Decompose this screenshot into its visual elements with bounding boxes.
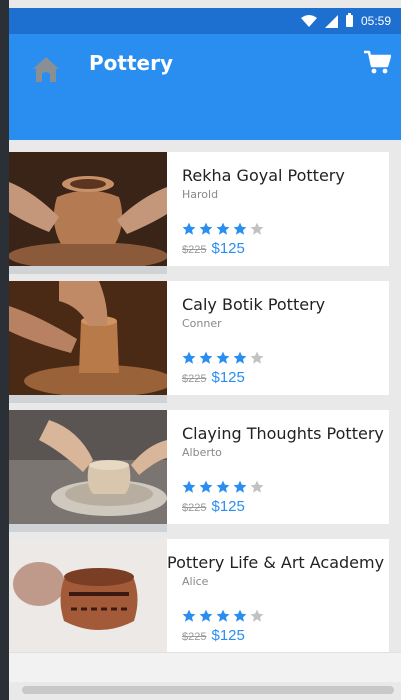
horizontal-scrollbar[interactable]	[22, 686, 394, 694]
star-filled-icon	[233, 222, 247, 235]
product-info: Rekha Goyal Pottery Harold $225 $125	[182, 152, 389, 266]
original-price: $225	[182, 373, 207, 385]
star-filled-icon	[182, 480, 196, 493]
star-filled-icon	[216, 351, 230, 364]
cart-icon[interactable]	[363, 48, 391, 76]
product-owner: Alberto	[182, 446, 222, 459]
star-filled-icon	[199, 609, 213, 622]
original-price: $225	[182, 244, 207, 256]
sale-price: $125	[211, 369, 245, 386]
status-bar: 05:59	[9, 8, 401, 34]
star-filled-icon	[233, 609, 247, 622]
star-filled-icon	[199, 222, 213, 235]
product-name: Claying Thoughts Pottery	[182, 424, 384, 443]
product-info: Pottery Life & Art Academy Alice $225 $1…	[167, 539, 389, 653]
star-filled-icon	[182, 609, 196, 622]
sale-price: $125	[211, 240, 245, 257]
product-card[interactable]: Pottery Life & Art Academy Alice $225 $1…	[9, 539, 389, 661]
price-row: $225 $125	[182, 498, 245, 515]
home-icon[interactable]	[31, 54, 61, 84]
star-filled-icon	[233, 351, 247, 364]
star-filled-icon	[233, 480, 247, 493]
product-image-frame	[9, 410, 167, 532]
star-empty-icon	[250, 222, 264, 235]
product-info: Claying Thoughts Pottery Alberto $225 $1…	[182, 410, 389, 524]
star-empty-icon	[250, 609, 264, 622]
product-image	[9, 152, 167, 266]
product-card[interactable]: Rekha Goyal Pottery Harold $225 $125	[9, 152, 389, 274]
status-time: 05:59	[360, 14, 391, 28]
price-row: $225 $125	[182, 369, 245, 386]
product-card[interactable]: Claying Thoughts Pottery Alberto $225 $1…	[9, 410, 389, 532]
product-image	[9, 539, 167, 653]
product-name: Caly Botik Pottery	[182, 295, 326, 314]
product-owner: Conner	[182, 317, 222, 330]
rating-stars	[182, 480, 264, 494]
sale-price: $125	[211, 498, 245, 515]
page-title: Pottery	[89, 51, 173, 75]
product-owner: Harold	[182, 188, 219, 201]
signal-icon	[324, 14, 338, 28]
product-card[interactable]: Caly Botik Pottery Conner $225 $125	[9, 281, 389, 403]
star-filled-icon	[182, 222, 196, 235]
product-image-frame	[9, 539, 167, 661]
original-price: $225	[182, 502, 207, 514]
star-empty-icon	[250, 480, 264, 493]
price-row: $225 $125	[182, 627, 245, 644]
product-info: Caly Botik Pottery Conner $225 $125	[182, 281, 389, 395]
app-bar: Pottery	[9, 34, 401, 140]
rating-stars	[182, 609, 264, 623]
product-image-frame	[9, 152, 167, 274]
star-filled-icon	[216, 609, 230, 622]
product-image	[9, 410, 167, 524]
original-price: $225	[182, 631, 207, 643]
price-row: $225 $125	[182, 240, 245, 257]
product-name: Rekha Goyal Pottery	[182, 166, 345, 185]
star-filled-icon	[216, 480, 230, 493]
app-screen: 05:59 Pottery Rekha Goyal Pottery Harold…	[9, 0, 401, 700]
star-filled-icon	[182, 351, 196, 364]
sale-price: $125	[211, 627, 245, 644]
star-empty-icon	[250, 351, 264, 364]
wifi-icon	[300, 15, 317, 27]
product-name: Pottery Life & Art Academy	[167, 553, 385, 572]
star-filled-icon	[199, 480, 213, 493]
star-filled-icon	[216, 222, 230, 235]
rating-stars	[182, 222, 264, 236]
product-image-frame	[9, 281, 167, 403]
product-image	[9, 281, 167, 395]
battery-icon	[345, 13, 353, 27]
bottom-bar	[9, 652, 401, 682]
star-filled-icon	[199, 351, 213, 364]
rating-stars	[182, 351, 264, 365]
product-owner: Alice	[182, 575, 209, 588]
